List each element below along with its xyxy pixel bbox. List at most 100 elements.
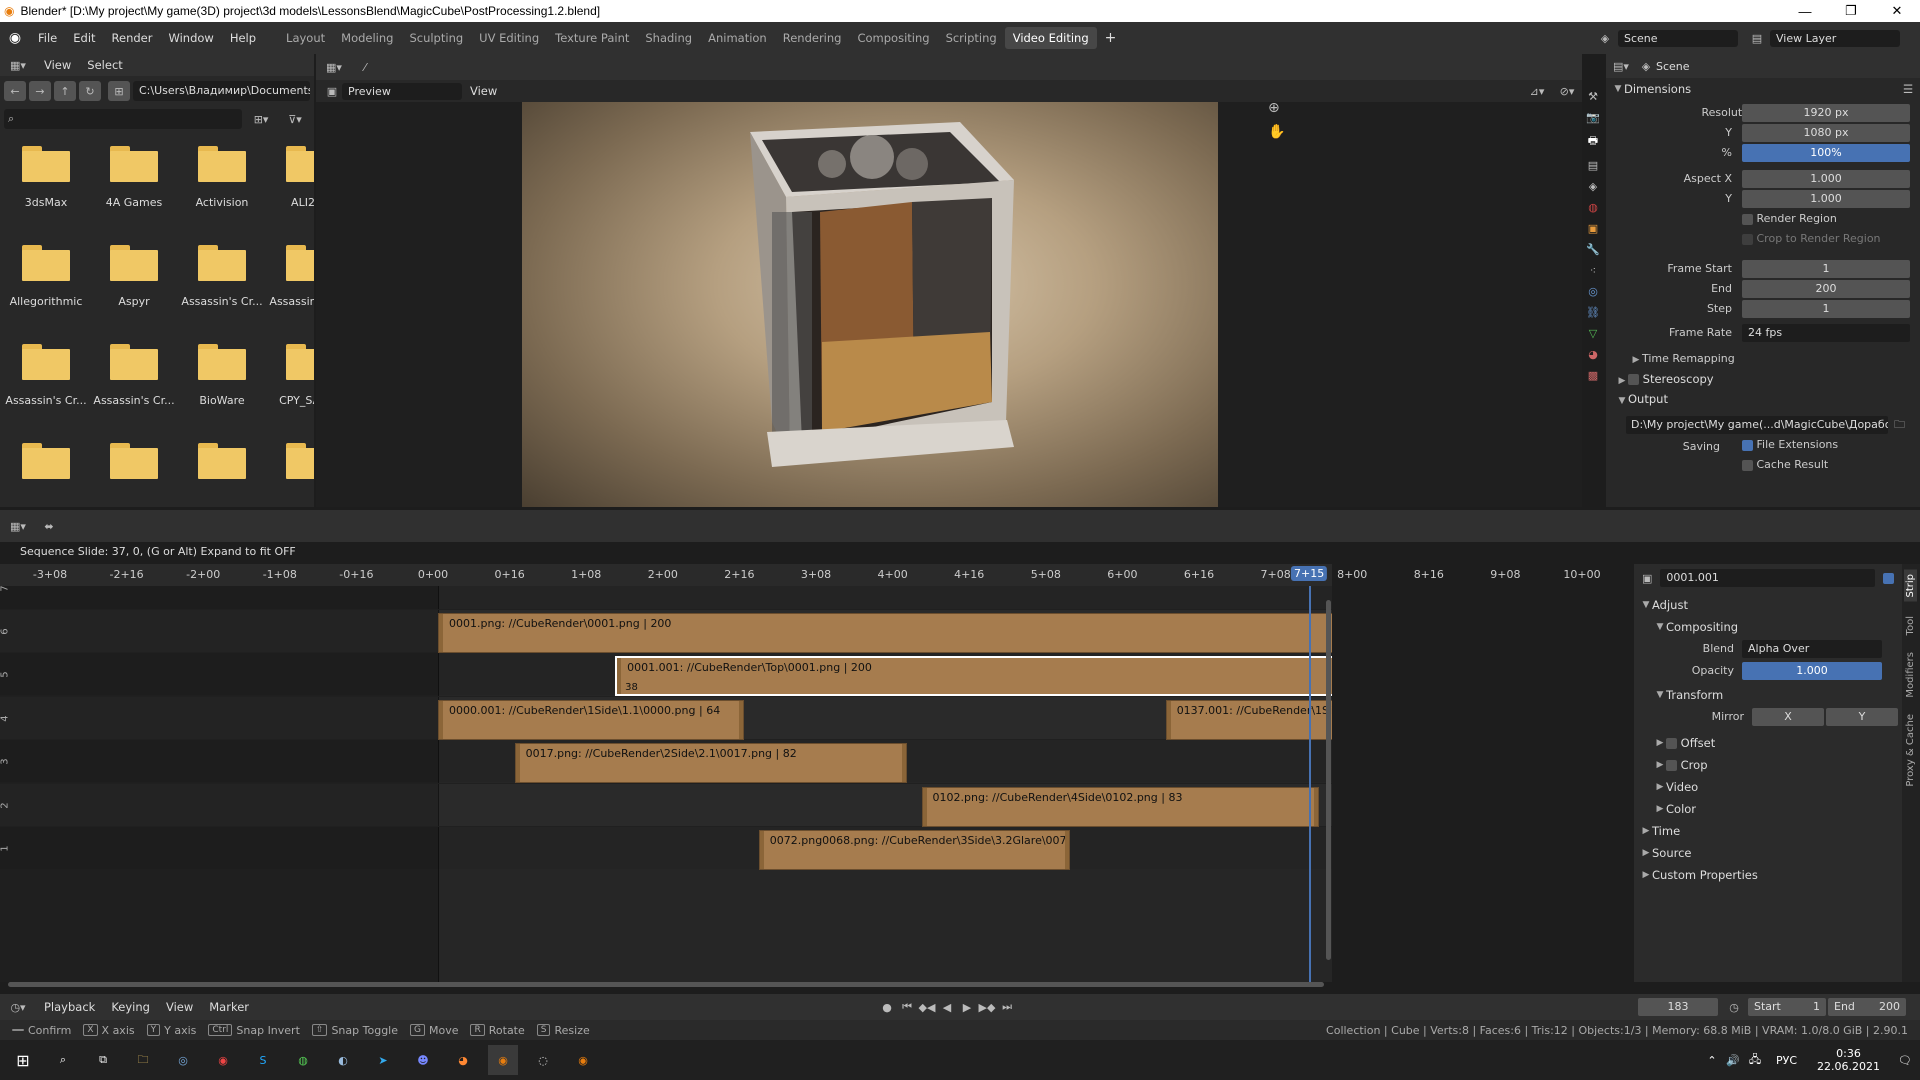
app-icon-3[interactable]: ◌ [528,1045,558,1075]
preview-range-icon[interactable]: ◷ [1724,1001,1744,1014]
strip-mute-checkbox[interactable] [1883,572,1894,584]
mirror-x-toggle[interactable]: X [1752,708,1824,726]
tab-compositing[interactable]: Compositing [849,27,937,49]
folder-item[interactable] [178,443,266,493]
menu-file[interactable]: File [30,31,65,45]
source-section[interactable]: ▶ Source [1634,842,1902,864]
sidebar-tab-tool[interactable]: Tool [1904,612,1917,639]
data-props-icon[interactable]: ▽ [1589,327,1597,340]
folder-item[interactable]: Activision [178,146,266,209]
sequence-strip[interactable]: 0001.png: //CubeRender\0001.png | 200 [438,613,1332,653]
play-reverse-icon[interactable]: ◀ [937,1001,957,1014]
play-icon[interactable]: ▶ [957,1001,977,1014]
frame-start-field[interactable]: 1 [1742,260,1910,278]
sidebar-tab-proxy[interactable]: Proxy & Cache [1904,710,1917,791]
firefox-icon[interactable]: ◕ [448,1045,478,1075]
video-section[interactable]: ▶ Video [1634,776,1902,798]
folder-item[interactable]: Assassin's Cr... [178,245,266,308]
sequence-strip[interactable]: 0072.png0068.png: //CubeRender\3Side\3.2… [758,830,1070,870]
offset-section[interactable]: ▶ Offset [1634,732,1902,754]
volume-icon[interactable]: 🔊 [1722,1054,1744,1067]
aspect-x-field[interactable]: 1.000 [1742,170,1910,188]
folder-item[interactable]: CPY_SAVES [266,344,314,407]
menu-help[interactable]: Help [222,31,264,45]
timeline-ruler[interactable]: -3+08 -2+16 -2+00 -1+08 -0+16 0+00 0+16 1+08 2+0… [0,564,1601,586]
file-search-input[interactable]: ⌕ [4,109,243,129]
prev-keyframe-icon[interactable]: ◆◀ [917,1001,937,1014]
sequence-strip[interactable]: 0000.001: //CubeRender\1Side\1.1\0000.pn… [438,700,745,740]
blender-taskbar-icon-2[interactable]: ◉ [568,1045,598,1075]
scene-selector[interactable]: Scene [1618,29,1738,47]
folder-item[interactable]: Assassin's Cr... [266,245,314,308]
sidebar-tab-strip[interactable]: Strip [1904,570,1917,602]
end-frame-field[interactable]: End 200 [1828,998,1906,1016]
tab-layout[interactable]: Layout [278,27,333,49]
folder-browse-icon[interactable]: 🗀 [1894,416,1905,435]
render-props-icon[interactable]: 📷 [1586,111,1600,124]
tab-sculpting[interactable]: Sculpting [401,27,471,49]
folder-item[interactable]: 4A Games [90,146,178,209]
output-section[interactable]: ▼ Output [1616,392,1668,406]
marker-menu[interactable]: Marker [201,1000,257,1014]
sequencer-vscroll[interactable] [1326,600,1331,960]
sample-tool-icon[interactable]: ⁄ [352,61,378,74]
editor-type-icon[interactable]: ◷▾ [0,1001,36,1014]
dimensions-section[interactable]: ▼ Dimensions ☰ [1606,78,1920,100]
overlay-icon[interactable]: ⊘▾ [1552,85,1582,98]
menu-render[interactable]: Render [104,31,161,45]
crop-region-checkbox[interactable]: Crop to Render Region [1742,232,1881,245]
presets-icon[interactable]: ☰ [1896,82,1920,96]
blender-taskbar-icon[interactable]: ◉ [488,1045,518,1075]
windows-start-icon[interactable]: ⊞ [8,1045,38,1075]
time-remapping-section[interactable]: ▶ Time Remapping [1630,352,1735,365]
compositing-section[interactable]: ▼ Compositing [1634,616,1902,638]
zoom-icon[interactable]: ⊕ [1268,100,1280,116]
sidebar-tab-modifiers[interactable]: Modifiers [1904,648,1917,702]
blend-select[interactable]: Alpha Over [1742,640,1882,658]
folder-item[interactable]: Assassin's Cr... [2,344,90,407]
frame-rate-select[interactable]: 24 fps [1742,324,1910,342]
notifications-icon[interactable]: 🗨 [1890,1054,1920,1067]
transform-section[interactable]: ▼ Transform [1634,684,1902,706]
crop-section[interactable]: ▶ Crop [1634,754,1902,776]
add-workspace-icon[interactable]: + [1097,30,1125,46]
output-props-icon[interactable]: 🖶 [1588,132,1598,151]
jump-start-icon[interactable]: ⏮ [897,1000,917,1014]
refresh-icon[interactable]: ↻ [79,81,101,101]
menu-window[interactable]: Window [160,31,221,45]
aspect-y-field[interactable]: 1.000 [1742,190,1910,208]
custom-properties-section[interactable]: ▶ Custom Properties [1634,864,1902,886]
chrome-icon[interactable]: ◉ [208,1045,238,1075]
tab-rendering[interactable]: Rendering [775,27,850,49]
sequence-strip[interactable]: 0017.png: //CubeRender\2Side\2.1\0017.pn… [514,743,908,783]
steam-icon[interactable]: ◐ [328,1045,358,1075]
app-icon-1[interactable]: ◎ [168,1045,198,1075]
world-props-icon[interactable]: ◍ [1588,201,1598,214]
tab-animation[interactable]: Animation [700,27,775,49]
view-mode-select[interactable]: Preview [342,82,462,100]
forward-icon[interactable]: → [29,81,51,101]
folder-item[interactable] [266,443,314,493]
next-keyframe-icon[interactable]: ▶◆ [977,1001,997,1014]
scene-props-icon[interactable]: ◈ [1589,180,1597,193]
scene-icon[interactable]: ◈ [1592,32,1618,45]
res-pct-field[interactable]: 100% [1742,144,1910,162]
fb-view-menu[interactable]: View [36,58,79,72]
preview-view-menu[interactable]: View [462,84,505,98]
frame-end-field[interactable]: 200 [1742,280,1910,298]
strip-name-field[interactable]: 0001.001 [1660,569,1875,587]
sequencer-area[interactable]: 7 6 5 4 3 2 1 0001.png: //CubeRender\0001.png |… [0,586,1332,982]
tab-scripting[interactable]: Scripting [938,27,1005,49]
res-x-field[interactable]: 1920 px [1742,104,1910,122]
current-frame-indicator[interactable]: 7+15 [1291,566,1328,581]
folder-item[interactable]: 3dsMax [2,146,90,209]
mirror-y-toggle[interactable]: Y [1826,708,1898,726]
folder-item[interactable] [90,443,178,493]
telegram-icon[interactable]: ➤ [368,1045,398,1075]
pan-hand-icon[interactable]: ✋ [1268,124,1285,140]
tweak-tool-icon[interactable]: ⬌ [36,520,62,533]
task-view-icon[interactable]: ⧉ [88,1045,118,1075]
color-section[interactable]: ▶ Color [1634,798,1902,820]
filter-icon[interactable]: ⊽▾ [280,113,310,126]
view-type-icon[interactable]: ▣ [322,85,342,98]
